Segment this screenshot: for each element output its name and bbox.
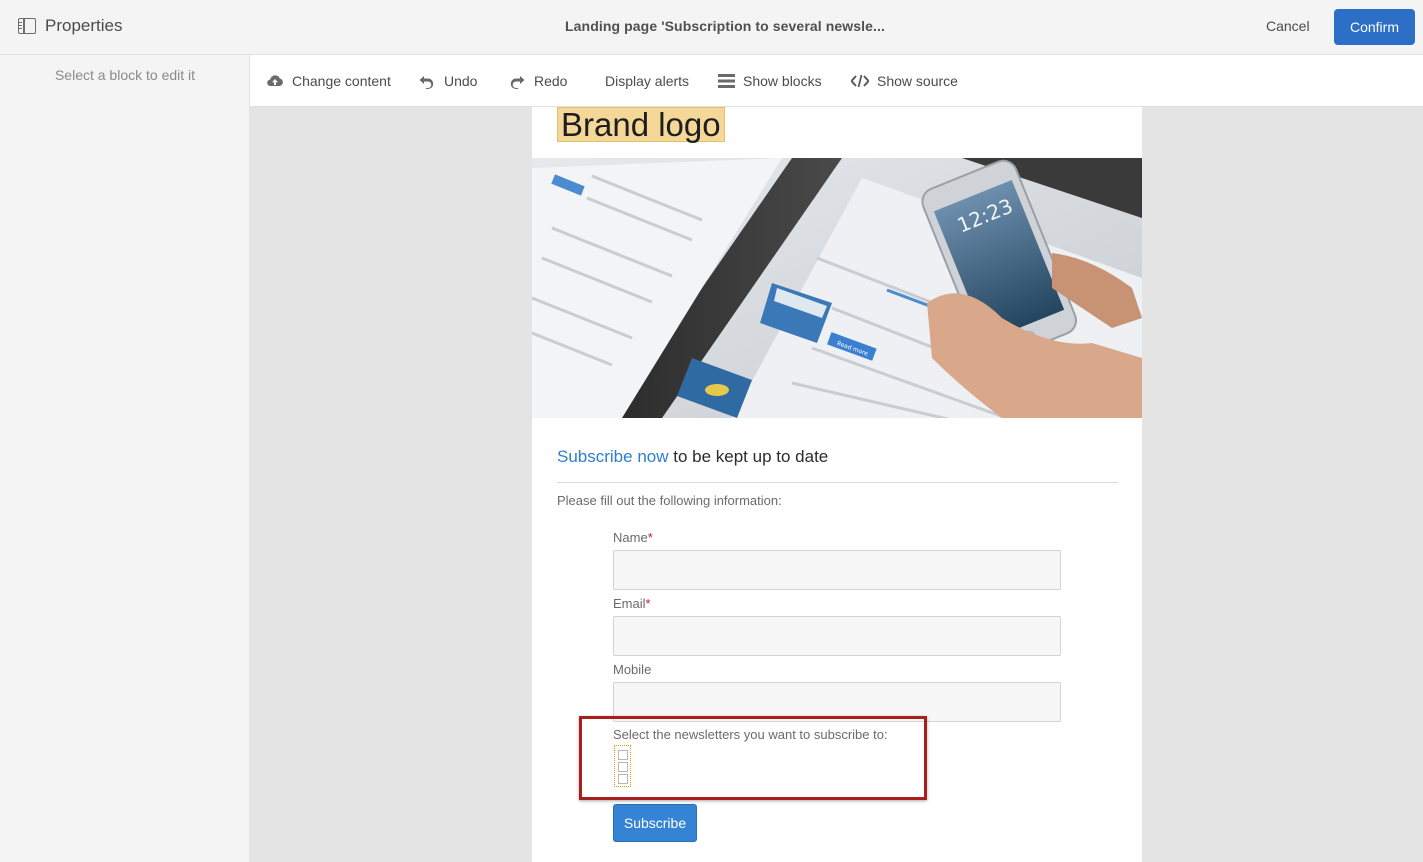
panel-hint: Select a block to edit it bbox=[54, 67, 196, 83]
required-mark: * bbox=[647, 530, 653, 545]
name-field[interactable] bbox=[613, 550, 1061, 590]
redo-label: Redo bbox=[534, 73, 568, 89]
blocks-icon bbox=[718, 74, 735, 88]
show-blocks-button[interactable]: Show blocks bbox=[718, 55, 822, 107]
editor-toolbar: Change content Undo Redo Display alerts … bbox=[250, 55, 1423, 107]
change-content-label: Change content bbox=[292, 73, 391, 89]
show-source-button[interactable]: Show source bbox=[851, 55, 958, 107]
highlight-box bbox=[579, 716, 927, 800]
panel-icon bbox=[18, 18, 36, 34]
page-title: Landing page 'Subscription to several ne… bbox=[565, 18, 885, 34]
redo-icon bbox=[510, 76, 525, 89]
properties-toggle[interactable]: Properties bbox=[18, 16, 122, 36]
name-label-text: Name bbox=[613, 530, 648, 545]
show-blocks-label: Show blocks bbox=[743, 73, 822, 89]
properties-label: Properties bbox=[45, 16, 123, 35]
headline: Subscribe now to be kept up to date bbox=[557, 447, 828, 467]
undo-label: Undo bbox=[444, 73, 478, 89]
change-content-button[interactable]: Change content bbox=[266, 55, 391, 107]
headline-text: to be kept up to date bbox=[668, 447, 829, 466]
editor-canvas: Brand logo Read more 12:23 Subscribe now… bbox=[250, 107, 1423, 862]
mobile-label: Mobile bbox=[613, 662, 652, 677]
display-alerts-label: Display alerts bbox=[605, 73, 690, 89]
undo-icon bbox=[419, 76, 434, 89]
show-source-label: Show source bbox=[877, 73, 958, 89]
email-label: Email* bbox=[613, 596, 651, 611]
divider bbox=[557, 482, 1118, 483]
hero-image[interactable]: Read more 12:23 bbox=[532, 158, 1142, 418]
email-label-text: Email bbox=[613, 596, 646, 611]
cancel-button[interactable]: Cancel bbox=[1266, 18, 1310, 34]
brand-logo[interactable]: Brand logo bbox=[557, 107, 725, 142]
display-alerts-button[interactable]: Display alerts bbox=[605, 55, 689, 107]
name-label: Name* bbox=[613, 530, 653, 545]
email-field[interactable] bbox=[613, 616, 1061, 656]
top-bar: Properties Landing page 'Subscription to… bbox=[0, 0, 1423, 55]
undo-button[interactable]: Undo bbox=[418, 55, 477, 107]
cloud-upload-icon bbox=[267, 75, 283, 87]
properties-panel: Select a block to edit it bbox=[0, 55, 250, 862]
code-icon bbox=[851, 74, 869, 88]
subscribe-button[interactable]: Subscribe bbox=[613, 804, 697, 842]
confirm-button[interactable]: Confirm bbox=[1334, 9, 1415, 45]
headline-link[interactable]: Subscribe now bbox=[557, 447, 669, 466]
redo-button[interactable]: Redo bbox=[508, 55, 567, 107]
required-mark: * bbox=[645, 596, 651, 611]
hero-illustration: Read more 12:23 bbox=[532, 158, 1142, 418]
intro-text: Please fill out the following informatio… bbox=[557, 493, 782, 508]
